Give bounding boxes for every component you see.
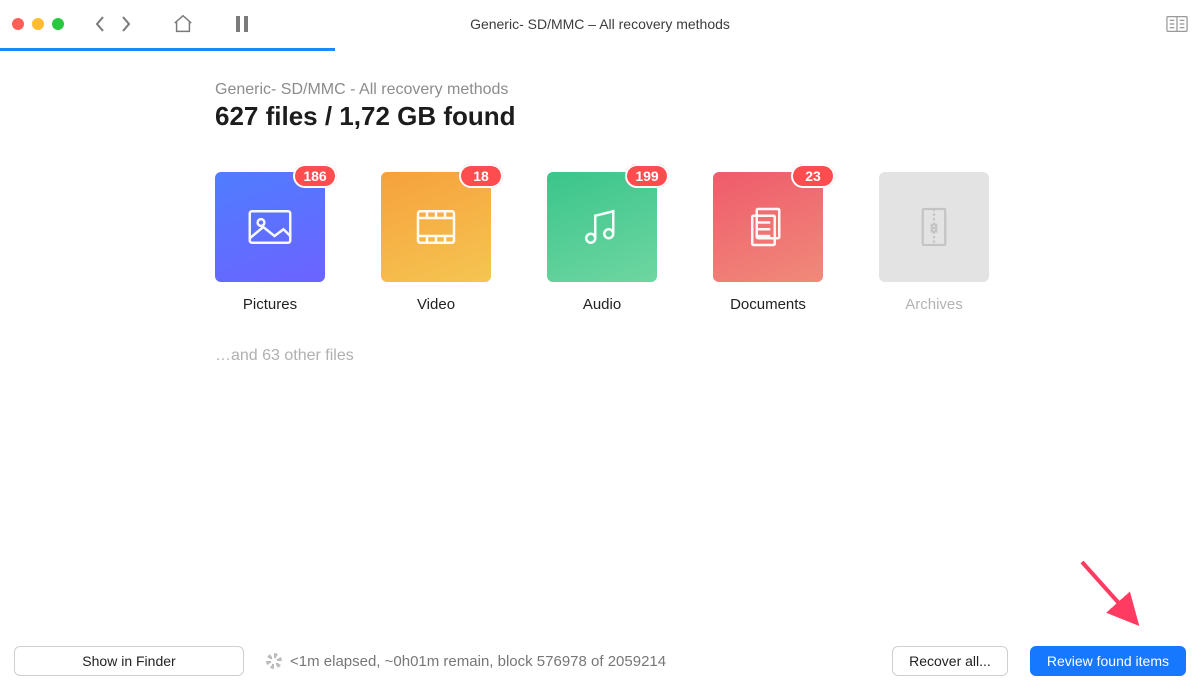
book-open-icon [1166, 15, 1188, 33]
category-documents[interactable]: 23 Documents [713, 172, 823, 313]
footer: Show in Finder <1m elapsed, ~0h01m remai… [0, 633, 1200, 689]
archives-icon [907, 200, 961, 254]
documentation-button[interactable] [1166, 15, 1188, 33]
label-audio: Audio [583, 296, 621, 313]
back-button[interactable] [94, 15, 106, 33]
badge-audio: 199 [625, 164, 669, 188]
close-window-button[interactable] [12, 18, 24, 30]
spinner-icon [266, 653, 282, 669]
review-found-items-button[interactable]: Review found items [1030, 646, 1186, 676]
show-in-finder-button[interactable]: Show in Finder [14, 646, 244, 676]
home-button[interactable] [172, 13, 194, 35]
category-archives[interactable]: Archives [879, 172, 989, 313]
subtitle: Generic- SD/MMC - All recovery methods [215, 81, 1200, 99]
documents-icon [741, 200, 795, 254]
label-video: Video [417, 296, 455, 313]
chevron-right-icon [120, 15, 132, 33]
category-cards: 186 Pictures 18 Video [215, 172, 1200, 313]
tile-audio: 199 [547, 172, 657, 282]
tile-video: 18 [381, 172, 491, 282]
tab-strip [0, 48, 1200, 51]
pause-icon [234, 15, 250, 33]
status-text: <1m elapsed, ~0h01m remain, block 576978… [290, 653, 666, 670]
category-video[interactable]: 18 Video [381, 172, 491, 313]
label-archives: Archives [905, 296, 963, 313]
badge-pictures: 186 [293, 164, 337, 188]
video-icon [409, 200, 463, 254]
main-content: Generic- SD/MMC - All recovery methods 6… [0, 51, 1200, 365]
tile-documents: 23 [713, 172, 823, 282]
window-controls [12, 18, 64, 30]
pause-button[interactable] [234, 15, 250, 33]
scan-status: <1m elapsed, ~0h01m remain, block 576978… [266, 653, 666, 670]
home-icon [172, 13, 194, 35]
toolbar: Generic- SD/MMC – All recovery methods [0, 0, 1200, 48]
forward-button[interactable] [120, 15, 132, 33]
pictures-icon [243, 200, 297, 254]
badge-documents: 23 [791, 164, 835, 188]
recover-all-button[interactable]: Recover all... [892, 646, 1008, 676]
label-pictures: Pictures [243, 296, 297, 313]
chevron-left-icon [94, 15, 106, 33]
tile-pictures: 186 [215, 172, 325, 282]
annotation-arrow [1072, 554, 1152, 634]
maximize-window-button[interactable] [52, 18, 64, 30]
active-tab-indicator [0, 48, 335, 51]
category-pictures[interactable]: 186 Pictures [215, 172, 325, 313]
minimize-window-button[interactable] [32, 18, 44, 30]
nav-arrows [94, 15, 132, 33]
tile-archives [879, 172, 989, 282]
found-summary: 627 files / 1,72 GB found [215, 101, 1200, 132]
other-files-note: …and 63 other files [215, 347, 1200, 365]
category-audio[interactable]: 199 Audio [547, 172, 657, 313]
label-documents: Documents [730, 296, 806, 313]
badge-video: 18 [459, 164, 503, 188]
audio-icon [575, 200, 629, 254]
